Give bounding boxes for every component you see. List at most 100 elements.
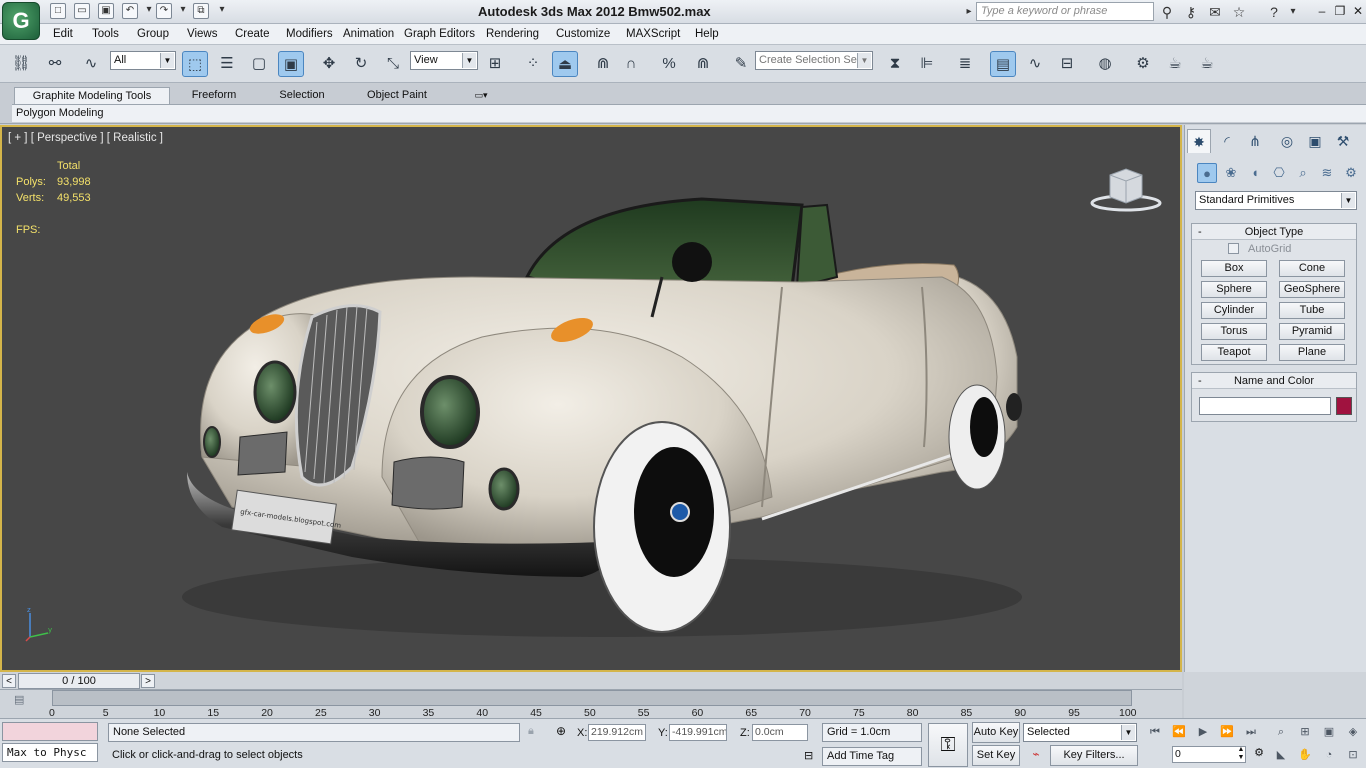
menu-modifiers[interactable]: Modifiers	[286, 28, 333, 40]
viewcube-icon[interactable]	[1090, 165, 1162, 213]
menu-help[interactable]: Help	[695, 28, 719, 40]
pyramid-button[interactable]: Pyramid	[1279, 323, 1345, 340]
rectangular-selection-icon[interactable]: ▢	[246, 51, 272, 77]
subscription-center-icon[interactable]: ⚷	[1182, 3, 1200, 21]
select-and-scale-icon[interactable]: ⤡	[380, 51, 406, 77]
selection-filter-dropdown[interactable]: All ▼	[110, 51, 176, 70]
add-time-tag-button[interactable]: Add Time Tag	[822, 747, 922, 766]
edit-named-selection-icon[interactable]: ✎	[728, 51, 754, 77]
select-and-move-icon[interactable]: ✥	[316, 51, 342, 77]
car-model[interactable]: gfx-car-models.blogspot.com	[2, 127, 1180, 670]
rendered-frame-window-icon[interactable]: ☕	[1162, 51, 1188, 77]
select-manipulate-icon[interactable]: ⁘	[520, 51, 546, 77]
set-key-button[interactable]: Set Key	[972, 745, 1020, 766]
set-key-mode-icon[interactable]: ⚿	[928, 723, 968, 767]
zoom-extents-icon[interactable]: ▣	[1320, 724, 1338, 740]
app-menu-button[interactable]: G	[2, 2, 40, 40]
orbit-icon[interactable]: ◔	[1320, 747, 1338, 763]
track-bar[interactable]: ▤ 0 5 10 15 20 25 30 35 40 45 50 55 60 65 70 75 80 85 90 95…	[0, 690, 1182, 719]
cameras-category-icon[interactable]: ⎔	[1269, 163, 1289, 183]
undo-dropdown-icon[interactable]: ▾	[141, 3, 157, 19]
render-production-icon[interactable]: ☕	[1194, 51, 1220, 77]
geometry-category-icon[interactable]: ●	[1197, 163, 1217, 183]
autogrid-checkbox[interactable]	[1228, 243, 1239, 254]
object-color-swatch[interactable]	[1336, 397, 1352, 415]
layer-manager-icon[interactable]: ≣	[952, 51, 978, 77]
angle-snap-icon[interactable]: ∩	[618, 51, 644, 77]
menu-views[interactable]: Views	[187, 28, 217, 40]
tube-button[interactable]: Tube	[1279, 302, 1345, 319]
close-icon[interactable]: ✕	[1350, 3, 1366, 19]
menu-animation[interactable]: Animation	[343, 28, 394, 40]
absolute-mode-icon[interactable]: ⊕	[552, 724, 570, 740]
current-frame-field[interactable]: 0	[1172, 746, 1246, 763]
zoom-icon[interactable]: ⌕	[1272, 724, 1290, 740]
viewport-label[interactable]: [ + ] [ Perspective ] [ Realistic ]	[8, 132, 163, 144]
perspective-viewport[interactable]: gfx-car-models.blogspot.com [ + ] [ Pers…	[0, 125, 1182, 672]
zoom-extents-all-icon[interactable]: ◈	[1344, 724, 1362, 740]
restore-icon[interactable]: ❐	[1332, 3, 1348, 19]
motion-panel-tab-icon[interactable]: ◎	[1275, 129, 1299, 153]
keyboard-shortcut-override-icon[interactable]: ⏏	[552, 51, 578, 77]
time-tag-icon[interactable]: ⊟	[804, 749, 818, 763]
menu-create[interactable]: Create	[235, 28, 270, 40]
pivot-center-icon[interactable]: ⊞	[482, 51, 508, 77]
menu-maxscript[interactable]: MAXScript	[626, 28, 680, 40]
y-coordinate-field[interactable]: -419.991cm	[669, 724, 727, 741]
open-file-icon[interactable]: ▭	[74, 3, 90, 19]
time-slider-thumb[interactable]: 0 / 100	[18, 673, 140, 689]
space-warps-category-icon[interactable]: ≋	[1317, 163, 1337, 183]
utilities-panel-tab-icon[interactable]: ⚒	[1331, 129, 1355, 153]
redo-dropdown-icon[interactable]: ▾	[175, 3, 191, 19]
torus-button[interactable]: Torus	[1201, 323, 1267, 340]
maxscript-listener-pink[interactable]	[2, 722, 98, 741]
object-type-header[interactable]: - Object Type	[1192, 224, 1356, 240]
quick-access-dropdown-icon[interactable]: ▾	[214, 3, 230, 19]
graphite-ribbon-toggle-icon[interactable]: ▤	[990, 51, 1016, 77]
maximize-viewport-icon[interactable]: ⊡	[1344, 747, 1362, 763]
search-input[interactable]: Type a keyword or phrase	[976, 2, 1154, 21]
default-in-out-tangent-icon[interactable]: ⌁	[1026, 747, 1046, 765]
name-and-color-header[interactable]: - Name and Color	[1192, 373, 1356, 389]
mirror-icon[interactable]: ⧗	[882, 51, 908, 77]
key-mode-dropdown[interactable]: Selected ▼	[1023, 723, 1137, 742]
systems-category-icon[interactable]: ⚙	[1341, 163, 1361, 183]
menu-tools[interactable]: Tools	[92, 28, 119, 40]
binoculars-icon[interactable]: ⚲	[1158, 3, 1176, 21]
spinner-snap-icon[interactable]: ⋒	[690, 51, 716, 77]
z-coordinate-field[interactable]: 0.0cm	[752, 724, 808, 741]
selection-lock-icon[interactable]: 🔒︎	[528, 725, 542, 739]
geosphere-button[interactable]: GeoSphere	[1279, 281, 1345, 298]
next-frame-icon[interactable]: >	[141, 674, 155, 688]
polygon-modeling-label[interactable]: Polygon Modeling	[16, 107, 103, 119]
tab-object-paint[interactable]: Object Paint	[350, 87, 444, 104]
project-folder-icon[interactable]: ⧉	[193, 3, 209, 19]
menu-edit[interactable]: Edit	[53, 28, 73, 40]
menu-graph-editors[interactable]: Graph Editors	[404, 28, 475, 40]
helpers-category-icon[interactable]: ⌕	[1293, 163, 1313, 183]
track-ruler[interactable]	[52, 690, 1132, 706]
lights-category-icon[interactable]: ◖	[1245, 163, 1265, 183]
plane-button[interactable]: Plane	[1279, 344, 1345, 361]
hierarchy-panel-tab-icon[interactable]: ⋔	[1243, 129, 1267, 153]
window-crossing-icon[interactable]: ▣	[278, 51, 304, 77]
bind-to-space-warp-icon[interactable]: ∿	[78, 51, 104, 77]
curve-editor-toggle-icon[interactable]: ▤	[14, 693, 32, 707]
menu-group[interactable]: Group	[137, 28, 169, 40]
favorites-star-icon[interactable]: ☆	[1230, 3, 1248, 21]
primitive-type-dropdown[interactable]: Standard Primitives ▼	[1195, 191, 1357, 210]
tab-graphite-modeling-tools[interactable]: Graphite Modeling Tools	[14, 87, 170, 104]
key-filters-button[interactable]: Key Filters...	[1050, 745, 1138, 766]
ribbon-options-icon[interactable]: ▭▾	[468, 87, 494, 104]
object-name-input[interactable]	[1199, 397, 1331, 415]
tab-freeform[interactable]: Freeform	[172, 87, 256, 104]
pan-view-icon[interactable]: ✋	[1296, 747, 1314, 763]
select-by-name-icon[interactable]: ☰	[214, 51, 240, 77]
shapes-category-icon[interactable]: ❀	[1221, 163, 1241, 183]
cone-button[interactable]: Cone	[1279, 260, 1345, 277]
select-object-icon[interactable]: ⬚	[182, 51, 208, 77]
select-and-link-icon[interactable]: ⛓	[8, 51, 34, 77]
snaps-toggle-icon[interactable]: ⋒	[590, 51, 616, 77]
previous-key-icon[interactable]: ⏪	[1170, 724, 1188, 740]
display-panel-tab-icon[interactable]: ▣	[1303, 129, 1327, 153]
